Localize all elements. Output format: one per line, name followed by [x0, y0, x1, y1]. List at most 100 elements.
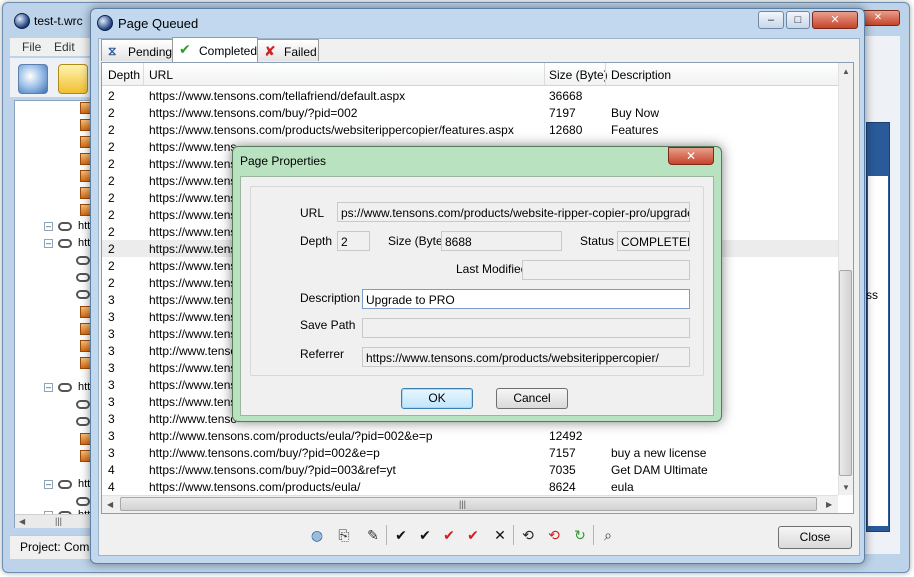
close-button[interactable]: Close	[778, 526, 852, 549]
cell-depth: 3	[108, 293, 115, 307]
cell-url: https://www.tens	[149, 293, 237, 307]
url-field[interactable]: ps://www.tensons.com/products/website-ri…	[337, 202, 690, 222]
cell-depth: 3	[108, 310, 115, 324]
list-vertical-scroll-thumb[interactable]	[839, 270, 852, 476]
tree-node-label[interactable]: htt	[78, 237, 90, 251]
tree-expand-toggle[interactable]: –	[44, 239, 53, 248]
description-input[interactable]: Upgrade to PRO	[362, 289, 690, 309]
delete-icon[interactable]: ✕	[491, 526, 509, 544]
url-label: URL	[300, 206, 325, 220]
link-icon[interactable]	[76, 497, 90, 506]
project-status-text: Project: Com	[20, 540, 90, 554]
open-folder-icon[interactable]	[58, 64, 88, 94]
column-url[interactable]: URL	[149, 68, 173, 82]
save-path-field[interactable]	[362, 318, 690, 338]
copy-icon[interactable]: ⎘	[335, 526, 353, 544]
tree-expand-toggle[interactable]: –	[44, 222, 53, 231]
recheck-red-icon[interactable]: ⟲	[545, 526, 563, 544]
cancel-button[interactable]: Cancel	[496, 388, 568, 409]
link-icon[interactable]	[76, 273, 90, 282]
toolbar-separator	[386, 525, 387, 545]
table-row[interactable]: 2 https://www.tensons.com/products/websit…	[102, 121, 838, 138]
preview-icon[interactable]: ⌕	[599, 526, 617, 544]
cell-description: Buy Now	[611, 106, 660, 120]
settings-gear-icon[interactable]	[18, 64, 48, 94]
check-all-icon[interactable]: ✔	[416, 526, 434, 544]
cell-url: https://www.tensons.com/buy/?pid=003&ref…	[149, 463, 396, 477]
table-row[interactable]: 2 https://www.tensons.com/tellafriend/def…	[102, 87, 838, 104]
table-row[interactable]: 4 https://www.tensons.com/products/eula/8…	[102, 478, 838, 495]
site-link-icon	[58, 383, 72, 392]
status-field[interactable]: COMPLETED	[617, 231, 690, 251]
cell-size: 7197	[549, 106, 576, 120]
main-menubar: File Edit	[10, 38, 92, 56]
tab-pending[interactable]: ⧖ Pending	[101, 39, 173, 61]
tree-node-label[interactable]: htt	[78, 381, 90, 395]
cell-depth: 2	[108, 157, 115, 171]
tab-failed-label: Failed	[284, 45, 317, 59]
referrer-field[interactable]: https://www.tensons.com/products/website…	[362, 347, 690, 367]
referrer-label: Referrer	[300, 347, 345, 361]
cell-url: https://www.tens	[149, 208, 237, 222]
cell-url: https://www.tens	[149, 361, 237, 375]
tree-node-label[interactable]: htt	[78, 478, 90, 492]
cell-depth: 2	[108, 259, 115, 273]
tree-expand-toggle[interactable]: –	[44, 480, 53, 489]
cell-depth: 3	[108, 361, 115, 375]
column-size[interactable]: Size (Byte)	[549, 68, 608, 82]
last-modified-field[interactable]	[522, 260, 690, 280]
check-red-all-icon[interactable]: ✔	[464, 526, 482, 544]
cell-url: https://www.tensons.com/buy/?pid=002	[149, 106, 358, 120]
cell-depth: 3	[108, 395, 115, 409]
cell-size: 12680	[549, 123, 583, 137]
cell-depth: 4	[108, 480, 115, 494]
column-description[interactable]: Description	[611, 68, 671, 82]
toolbar-separator	[513, 525, 514, 545]
tree-node-label[interactable]: htt	[78, 220, 90, 234]
check-icon[interactable]: ✔	[392, 526, 410, 544]
link-icon[interactable]	[76, 256, 90, 265]
refresh-icon[interactable]: ↻	[571, 526, 589, 544]
x-icon: ✘	[264, 43, 276, 59]
toolbar-separator	[593, 525, 594, 545]
tree-horizontal-scrollbar[interactable]: ◀ |||	[15, 514, 91, 528]
tab-completed[interactable]: ✔ Completed	[172, 37, 258, 62]
cell-depth: 2	[108, 106, 115, 120]
cell-depth: 4	[108, 463, 115, 477]
link-icon[interactable]	[76, 290, 90, 299]
table-row[interactable]: 4 https://www.tensons.com/buy/?pid=003&re…	[102, 461, 838, 478]
cell-url: http://www.tenso	[149, 344, 238, 358]
globe-icon[interactable]: ◍	[308, 526, 326, 544]
save-path-label: Save Path	[300, 318, 356, 332]
cell-depth: 3	[108, 446, 115, 460]
depth-field[interactable]: 2	[337, 231, 370, 251]
edit-icon[interactable]: ✎	[364, 526, 382, 544]
cell-depth: 3	[108, 412, 115, 426]
tree-expand-toggle[interactable]: –	[44, 383, 53, 392]
tab-failed[interactable]: ✘ Failed	[257, 39, 319, 61]
pq-close-x-button[interactable]: ✕	[812, 11, 858, 29]
table-row[interactable]: 3 http://www.tensons.com/buy/?pid=002&e=p…	[102, 444, 838, 461]
cell-depth: 3	[108, 344, 115, 358]
list-header: Depth URL Size (Byte) Description	[102, 63, 838, 86]
link-icon[interactable]	[76, 400, 90, 409]
table-row[interactable]: 2 https://www.tensons.com/buy/?pid=002 719…	[102, 104, 838, 121]
site-link-icon	[58, 480, 72, 489]
list-horizontal-scroll-thumb[interactable]: |||	[120, 497, 817, 511]
cell-url: http://www.tensons.com/products/eula/?pi…	[149, 429, 433, 443]
pq-minimize-button[interactable]: –	[758, 11, 784, 29]
ok-button[interactable]: OK	[401, 388, 473, 409]
menu-file[interactable]: File	[22, 40, 41, 54]
check-red-icon[interactable]: ✔	[440, 526, 458, 544]
table-row[interactable]: 3 http://www.tensons.com/products/eula/?p…	[102, 427, 838, 444]
pp-close-x-button[interactable]: ✕	[668, 147, 714, 165]
right-panel-content	[868, 176, 888, 526]
menu-edit[interactable]: Edit	[54, 40, 75, 54]
cell-description: Get DAM Ultimate	[611, 463, 708, 477]
page-queued-title: Page Queued	[118, 16, 199, 31]
pq-restore-button[interactable]: □	[786, 11, 810, 29]
column-depth[interactable]: Depth	[108, 68, 140, 82]
size-field[interactable]: 8688	[441, 231, 562, 251]
link-icon[interactable]	[76, 417, 90, 426]
recheck-icon[interactable]: ⟲	[519, 526, 537, 544]
